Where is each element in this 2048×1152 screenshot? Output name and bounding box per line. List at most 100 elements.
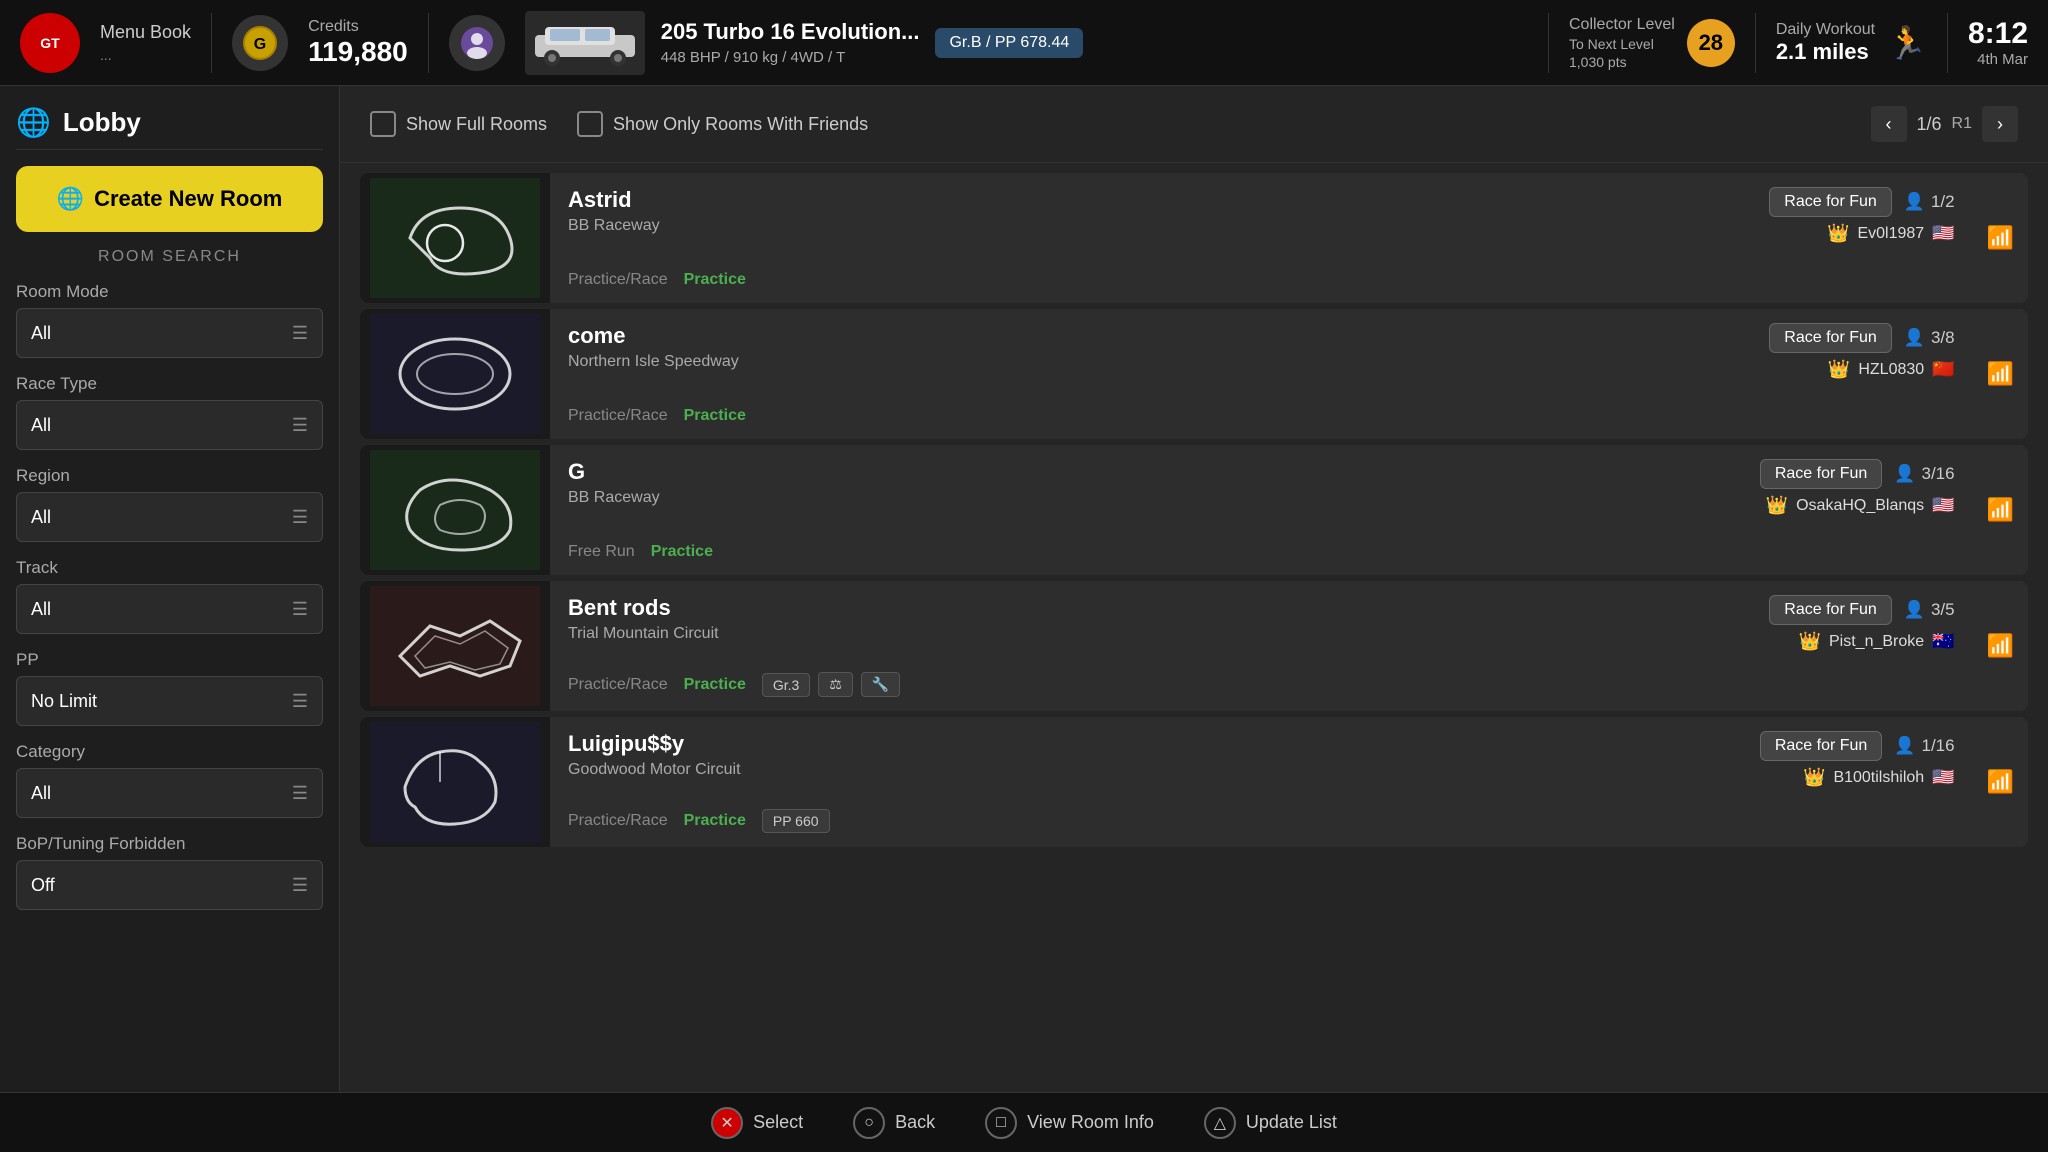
room-mode-4: Practice/Race — [568, 812, 668, 830]
room-info-3: Bent rods Trial Mountain Circuit Race fo… — [550, 581, 1973, 711]
divider-5 — [1947, 13, 1948, 73]
filter-bop-icon: ☰ — [292, 875, 308, 896]
signal-icon-4: 📶 — [1987, 769, 2014, 795]
crown-icon-3: 👑 — [1799, 631, 1821, 652]
create-room-button[interactable]: 🌐 Create New Room — [16, 166, 323, 232]
lobby-title: Lobby — [63, 107, 141, 138]
update-label: Update List — [1246, 1112, 1337, 1133]
update-list-button[interactable]: △ Update List — [1204, 1107, 1337, 1139]
filter-race-type-select[interactable]: All ☰ — [16, 400, 323, 450]
flag-3: 🇦🇺 — [1932, 631, 1954, 652]
filter-track-select[interactable]: All ☰ — [16, 584, 323, 634]
person-icon-3: 👤 — [1904, 600, 1925, 620]
back-button[interactable]: ○ Back — [853, 1107, 935, 1139]
show-full-rooms-checkbox[interactable]: Show Full Rooms — [370, 111, 547, 137]
filter-category-select[interactable]: All ☰ — [16, 768, 323, 818]
filter-room-mode-icon: ☰ — [292, 323, 308, 344]
divider-4 — [1755, 13, 1756, 73]
menu-book[interactable]: Menu Book ... — [100, 22, 191, 63]
filter-room-mode-select[interactable]: All ☰ — [16, 308, 323, 358]
room-status-4: Practice — [684, 812, 746, 830]
square-icon: □ — [985, 1107, 1017, 1139]
host-name-1: HZL0830 — [1858, 361, 1924, 379]
room-info-2: G BB Raceway Race for Fun 👤 3/16 — [550, 445, 1973, 575]
room-item-0[interactable]: Astrid BB Raceway Race for Fun 👤 1/2 — [360, 173, 2028, 303]
signal-icon-3: 📶 — [1987, 633, 2014, 659]
filter-room-mode-value: All — [31, 323, 51, 344]
room-track-3: Trial Mountain Circuit — [568, 625, 719, 643]
filter-pp-select[interactable]: No Limit ☰ — [16, 676, 323, 726]
host-name-0: Ev0l1987 — [1857, 225, 1924, 243]
filter-pp-label: PP — [16, 650, 323, 670]
next-page-button[interactable]: › — [1982, 106, 2018, 142]
car-grade-badge: Gr.B / PP 678.44 — [935, 28, 1083, 58]
back-label: Back — [895, 1112, 935, 1133]
room-tags-4: PP 660 — [762, 809, 830, 833]
create-room-label: Create New Room — [94, 186, 282, 212]
filter-region-label: Region — [16, 466, 323, 486]
prev-page-button[interactable]: ‹ — [1871, 106, 1907, 142]
flag-1: 🇨🇳 — [1932, 359, 1954, 380]
filter-track-icon: ☰ — [292, 599, 308, 620]
view-room-label: View Room Info — [1027, 1112, 1154, 1133]
filter-pp-icon: ☰ — [292, 691, 308, 712]
host-name-4: B100tilshiloh — [1833, 769, 1924, 787]
room-track-2: BB Raceway — [568, 489, 660, 507]
filter-region-select[interactable]: All ☰ — [16, 492, 323, 542]
collector-display: Collector Level To Next Level 1,030 pts — [1569, 16, 1675, 70]
page-info: 1/6 — [1917, 114, 1942, 135]
show-full-rooms-label: Show Full Rooms — [406, 114, 547, 135]
room-list: Astrid BB Raceway Race for Fun 👤 1/2 — [340, 163, 2048, 1092]
room-info-4: Luigipu$$y Goodwood Motor Circuit Race f… — [550, 717, 1973, 847]
room-item-1[interactable]: come Northern Isle Speedway Race for Fun… — [360, 309, 2028, 439]
room-status-0: Practice — [684, 271, 746, 289]
room-type-0: Race for Fun — [1769, 187, 1891, 217]
topbar: GT Menu Book ... G Credits 119,880 — [0, 0, 2048, 86]
room-type-4: Race for Fun — [1760, 731, 1882, 761]
room-thumb-4 — [360, 717, 550, 847]
tag-pp660: PP 660 — [762, 809, 830, 833]
room-host-2: 👑 OsakaHQ_Blanqs 🇺🇸 — [1766, 495, 1955, 516]
room-item-3[interactable]: Bent rods Trial Mountain Circuit Race fo… — [360, 581, 2028, 711]
room-status-1: Practice — [684, 407, 746, 425]
room-track-0: BB Raceway — [568, 217, 660, 235]
view-room-button[interactable]: □ View Room Info — [985, 1107, 1154, 1139]
room-mode-2: Free Run — [568, 543, 635, 561]
crown-icon-2: 👑 — [1766, 495, 1788, 516]
select-label: Select — [753, 1112, 803, 1133]
room-status-3: Practice — [684, 676, 746, 694]
content-area: Show Full Rooms Show Only Rooms With Fri… — [340, 86, 2048, 1092]
credits-label: Credits — [308, 18, 359, 36]
workout-display: Daily Workout 2.1 miles 🏃 — [1776, 21, 1927, 65]
room-signal-3: 📶 — [1973, 581, 2028, 711]
filter-pp: PP No Limit ☰ — [16, 650, 323, 726]
room-status-2: Practice — [651, 543, 713, 561]
car-specs: 448 BHP / 910 kg / 4WD / T — [661, 49, 920, 66]
room-name-2: G — [568, 459, 660, 485]
room-players-2: 👤 3/16 — [1894, 464, 1954, 484]
filter-region: Region All ☰ — [16, 466, 323, 542]
room-type-1: Race for Fun — [1769, 323, 1891, 353]
host-name-2: OsakaHQ_Blanqs — [1796, 497, 1924, 515]
room-mode-0: Practice/Race — [568, 271, 668, 289]
collector-label: Collector Level — [1569, 16, 1675, 34]
select-button[interactable]: ✕ Select — [711, 1107, 803, 1139]
room-players-3: 👤 3/5 — [1904, 600, 1955, 620]
profile-icon[interactable] — [449, 15, 505, 71]
crown-icon-0: 👑 — [1827, 223, 1849, 244]
filter-pp-value: No Limit — [31, 691, 97, 712]
host-name-3: Pist_n_Broke — [1829, 633, 1924, 651]
room-item-4[interactable]: Luigipu$$y Goodwood Motor Circuit Race f… — [360, 717, 2028, 847]
sidebar: 🌐 Lobby 🌐 Create New Room ROOM SEARCH Ro… — [0, 86, 340, 1092]
create-room-globe-icon: 🌐 — [57, 186, 84, 212]
show-friends-checkbox[interactable]: Show Only Rooms With Friends — [577, 111, 868, 137]
clock-date: 4th Mar — [1977, 51, 2028, 68]
filter-bop-select[interactable]: Off ☰ — [16, 860, 323, 910]
room-thumb-1 — [360, 309, 550, 439]
room-item-2[interactable]: G BB Raceway Race for Fun 👤 3/16 — [360, 445, 2028, 575]
gt-logo: GT — [20, 13, 80, 73]
crown-icon-1: 👑 — [1828, 359, 1850, 380]
room-mode-3: Practice/Race — [568, 676, 668, 694]
workout-miles: 2.1 miles — [1776, 39, 1875, 65]
pagination: ‹ 1/6 R1 › — [1871, 106, 2018, 142]
